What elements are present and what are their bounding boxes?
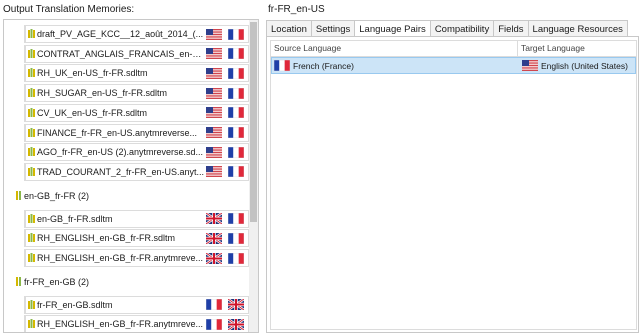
translation-memory-icon bbox=[28, 147, 35, 157]
tab-settings[interactable]: Settings bbox=[310, 20, 356, 37]
translation-memory-icon bbox=[28, 29, 35, 38]
france-flag-icon bbox=[206, 299, 222, 311]
translation-memory-list[interactable]: draft_PV_AGE_KCC__12_août_2014_(... CONTR… bbox=[3, 19, 259, 333]
us-flag-icon bbox=[206, 87, 222, 99]
france-flag-icon bbox=[228, 127, 244, 138]
france-flag-icon bbox=[228, 213, 244, 225]
tm-list-item[interactable]: CONTRAT_ANGLAIS_FRANCAIS_en-U... bbox=[24, 44, 249, 63]
grid-header: Source Language Target Language bbox=[271, 41, 636, 57]
tm-group-label: fr-FR_en-GB (2) bbox=[24, 276, 90, 287]
translation-memory-icon bbox=[28, 48, 35, 58]
language-pairs-grid: Source Language Target Language French (… bbox=[270, 40, 637, 330]
translation-memory-icon bbox=[28, 107, 35, 117]
tm-name: en-GB_fr-FR.sdltm bbox=[37, 213, 113, 224]
tm-name: AGO_fr-FR_en-US (2).anytmreverse.sd... bbox=[37, 147, 204, 158]
us-flag-icon bbox=[522, 60, 538, 71]
target-language-text: English (United States) bbox=[541, 60, 628, 71]
tm-name: FINANCE_fr-FR_en-US.anytmreverse... bbox=[37, 127, 198, 138]
translation-memory-icon bbox=[28, 127, 35, 137]
language-pair-row[interactable]: French (France) English (United States) bbox=[271, 57, 636, 74]
tm-name: fr-FR_en-GB.sdltm bbox=[37, 299, 113, 310]
tm-list-item[interactable]: draft_PV_AGE_KCC__12_août_2014_(... bbox=[24, 25, 249, 43]
us-flag-icon bbox=[206, 166, 222, 178]
translation-memory-icon bbox=[28, 88, 35, 98]
source-language-column-header[interactable]: Source Language bbox=[271, 41, 518, 56]
translation-memory-icon bbox=[28, 319, 35, 329]
tm-group-label: en-GB_fr-FR (2) bbox=[24, 190, 90, 201]
france-flag-icon bbox=[206, 318, 222, 330]
tm-list-item[interactable]: RH_ENGLISH_en-GB_fr-FR.anytmreve... bbox=[24, 249, 249, 267]
tm-list-item[interactable]: CV_UK_en-US_fr-FR.sdltm bbox=[24, 103, 249, 122]
france-flag-icon bbox=[228, 107, 244, 119]
settings-tabs: Location Settings Language Pairs Compatibil… bbox=[266, 20, 628, 38]
tm-group-header[interactable]: en-GB_fr-FR (2) bbox=[16, 188, 89, 204]
output-translation-memories-label: Output Translation Memories: bbox=[3, 4, 135, 15]
us-flag-icon bbox=[206, 48, 222, 60]
tab-compatibility[interactable]: Compatibility bbox=[429, 20, 495, 37]
tm-list-item[interactable]: AGO_fr-FR_en-US (2).anytmreverse.sd... bbox=[24, 143, 249, 162]
tm-name: RH_UK_en-US_fr-FR.sdltm bbox=[37, 68, 148, 79]
tm-list-item[interactable]: RH_ENGLISH_en-GB_fr-FR.sdltm bbox=[24, 229, 249, 248]
tm-list-item[interactable]: RH_ENGLISH_en-GB_fr-FR.anytmreve... bbox=[24, 315, 249, 332]
tm-list-item[interactable]: RH_SUGAR_en-US_fr-FR.sdltm bbox=[24, 84, 249, 103]
tm-name: RH_ENGLISH_en-GB_fr-FR.sdltm bbox=[37, 233, 176, 244]
tm-list-item[interactable]: RH_UK_en-US_fr-FR.sdltm bbox=[24, 64, 249, 83]
translation-memory-icon bbox=[28, 68, 35, 78]
target-language-cell: English (United States) bbox=[520, 60, 628, 71]
tm-name: RH_SUGAR_en-US_fr-FR.sdltm bbox=[37, 88, 168, 99]
uk-flag-icon bbox=[228, 299, 244, 311]
us-flag-icon bbox=[206, 67, 222, 79]
tm-list-item[interactable]: en-GB_fr-FR.sdltm bbox=[24, 209, 249, 228]
tm-list-item[interactable]: fr-FR_en-GB.sdltm bbox=[24, 295, 249, 314]
tm-name: CV_UK_en-US_fr-FR.sdltm bbox=[37, 107, 148, 118]
tm-name: TRAD_COURANT_2_fr-FR_en-US.anyt... bbox=[37, 166, 205, 177]
scrollbar-thumb[interactable] bbox=[250, 22, 257, 222]
tm-pair-title: fr-FR_en-US bbox=[268, 4, 325, 15]
uk-flag-icon bbox=[206, 232, 222, 244]
france-flag-icon bbox=[228, 166, 244, 178]
tm-group-header[interactable]: fr-FR_en-GB (2) bbox=[16, 274, 89, 290]
france-flag-icon bbox=[228, 87, 244, 99]
tm-name: RH_ENGLISH_en-GB_fr-FR.anytmreve... bbox=[37, 253, 204, 263]
france-flag-icon bbox=[228, 28, 244, 40]
tab-location[interactable]: Location bbox=[266, 20, 312, 37]
tm-name: draft_PV_AGE_KCC__12_août_2014_(... bbox=[37, 29, 204, 39]
translation-memory-icon bbox=[28, 213, 35, 223]
uk-flag-icon bbox=[206, 213, 222, 225]
uk-flag-icon bbox=[228, 318, 244, 330]
source-language-text: French (France) bbox=[293, 60, 354, 71]
target-language-column-header[interactable]: Target Language bbox=[518, 41, 585, 56]
us-flag-icon bbox=[206, 146, 222, 158]
language-pairs-panel: Source Language Target Language French (… bbox=[266, 36, 639, 333]
tab-fields[interactable]: Fields bbox=[493, 20, 529, 37]
us-flag-icon bbox=[206, 127, 222, 138]
translation-memory-icon bbox=[28, 166, 35, 176]
vertical-scrollbar[interactable] bbox=[249, 20, 258, 332]
uk-flag-icon bbox=[206, 252, 222, 264]
translation-memory-icon bbox=[28, 299, 35, 309]
tm-name: RH_ENGLISH_en-GB_fr-FR.anytmreve... bbox=[37, 319, 204, 330]
tm-name: CONTRAT_ANGLAIS_FRANCAIS_en-U... bbox=[37, 48, 206, 59]
translation-memory-icon bbox=[28, 253, 35, 262]
france-flag-icon bbox=[228, 252, 244, 264]
france-flag-icon bbox=[228, 232, 244, 244]
france-flag-icon bbox=[228, 67, 244, 79]
translation-memory-icon bbox=[28, 233, 35, 243]
us-flag-icon bbox=[206, 28, 222, 40]
tab-language-resources[interactable]: Language Resources bbox=[527, 20, 628, 37]
source-language-cell: French (France) bbox=[272, 60, 520, 71]
us-flag-icon bbox=[206, 107, 222, 119]
france-flag-icon bbox=[274, 60, 290, 71]
tm-list-item[interactable]: TRAD_COURANT_2_fr-FR_en-US.anyt... bbox=[24, 162, 249, 181]
france-flag-icon bbox=[228, 48, 244, 60]
group-icon bbox=[16, 277, 21, 287]
group-icon bbox=[16, 191, 21, 201]
tm-list-item[interactable]: FINANCE_fr-FR_en-US.anytmreverse... bbox=[24, 123, 249, 142]
france-flag-icon bbox=[228, 146, 244, 158]
